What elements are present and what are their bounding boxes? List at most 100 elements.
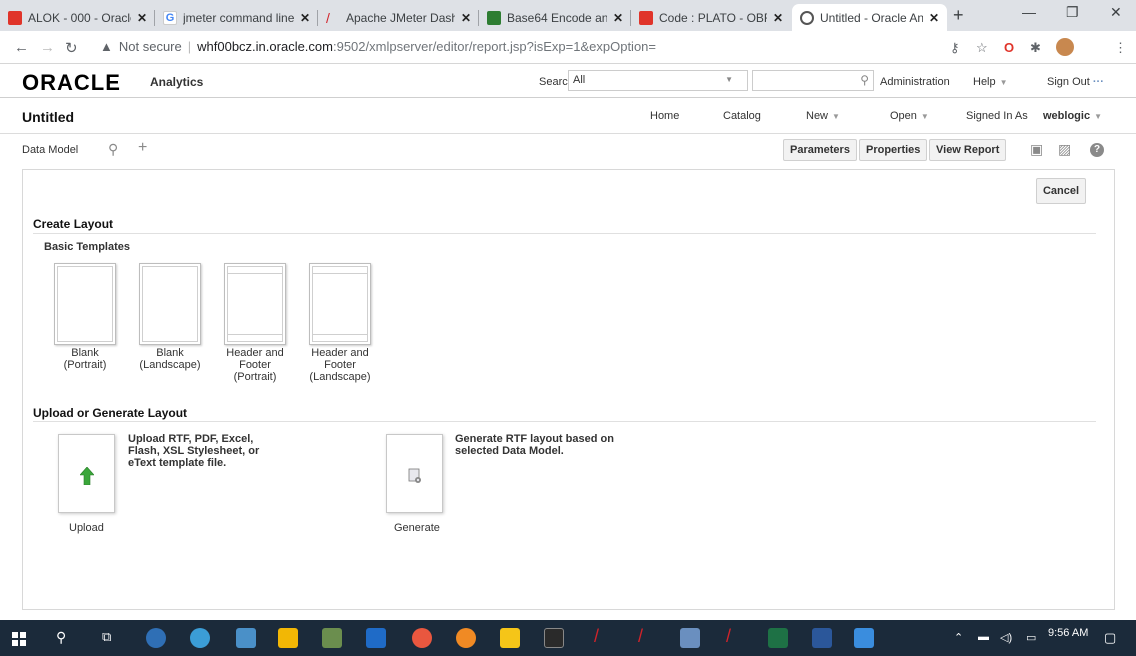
create-layout-panel — [22, 169, 1115, 610]
template-blank-landscape[interactable] — [139, 263, 201, 345]
back-icon[interactable]: ← — [14, 39, 29, 56]
browser-tab-active[interactable]: Untitled - Oracle Ana ✕ — [792, 4, 947, 31]
extensions-puzzle-icon[interactable]: ✱ — [1030, 40, 1041, 56]
open-label: Open — [890, 110, 917, 122]
more-options-icon[interactable]: ··· — [1093, 76, 1104, 88]
section-divider — [33, 421, 1096, 422]
template-blank-portrait[interactable] — [54, 263, 116, 345]
generate-button[interactable] — [386, 434, 443, 513]
browser-tab-3[interactable]: / Apache JMeter Dash ✕ — [318, 4, 479, 31]
browser-menu-icon[interactable]: ⋮ — [1114, 40, 1127, 56]
chrome-icon[interactable] — [412, 628, 432, 648]
minimize-icon[interactable]: — — [1022, 4, 1036, 20]
search-icon[interactable]: ⚲ — [860, 73, 869, 87]
browser-tab-4[interactable]: Base64 Encode and ✕ — [479, 4, 631, 31]
new-menu[interactable]: New ▼ — [806, 110, 840, 122]
restore-icon[interactable]: ❐ — [1066, 4, 1079, 21]
administration-link[interactable]: Administration — [880, 76, 950, 88]
search-input[interactable]: ⚲ — [752, 70, 874, 91]
close-tab-icon[interactable]: ✕ — [461, 11, 471, 25]
search-icon[interactable]: ⚲ — [56, 629, 66, 646]
chevron-down-icon: ▼ — [832, 112, 840, 121]
network-icon[interactable]: ▬ — [978, 631, 989, 643]
outlook-icon[interactable] — [366, 628, 386, 648]
browser-tab-1[interactable]: ALOK - 000 - Oracle ✕ — [0, 4, 155, 31]
profile-avatar-icon[interactable] — [1056, 38, 1074, 56]
warning-icon: ▲ — [100, 39, 113, 54]
close-tab-icon[interactable]: ✕ — [773, 11, 783, 25]
view-report-button[interactable]: View Report — [929, 139, 1007, 161]
page-thumbnail — [57, 266, 113, 342]
open-menu[interactable]: Open ▼ — [890, 110, 929, 122]
sign-out-label: Sign Out — [1047, 76, 1090, 88]
generate-description: Generate RTF layout based on selected Da… — [455, 433, 614, 457]
notifications-icon[interactable]: ▢ — [1104, 630, 1116, 646]
jmeter-icon[interactable]: / — [726, 626, 731, 647]
bookmark-star-icon[interactable]: ☆ — [976, 40, 988, 56]
app-icon[interactable] — [456, 628, 476, 648]
close-window-icon[interactable]: ✕ — [1110, 4, 1122, 21]
sticky-notes-icon[interactable] — [500, 628, 520, 648]
chevron-up-icon[interactable]: ⌃ — [954, 631, 963, 644]
oracle-logo[interactable]: ORACLE — [22, 70, 121, 96]
close-tab-icon[interactable]: ✕ — [300, 11, 310, 25]
app-icon[interactable] — [322, 628, 342, 648]
word-icon[interactable] — [812, 628, 832, 648]
search-scope-select[interactable]: All ▼ — [568, 70, 748, 91]
windows-taskbar: ⚲ ⧉ / / / ⌃ ▬ ◁) ▭ 9:56 AM ▢ — [0, 620, 1136, 656]
forward-icon[interactable]: → — [40, 39, 55, 56]
save-icon[interactable]: ▣ — [1030, 141, 1043, 158]
section-divider — [33, 233, 1096, 234]
help-icon[interactable]: ? — [1090, 143, 1104, 157]
browser-tab-5[interactable]: Code : PLATO - OBRI ✕ — [631, 4, 791, 31]
edge-icon[interactable] — [146, 628, 166, 648]
security-status: Not secure — [118, 39, 182, 54]
chevron-down-icon: ▼ — [999, 78, 1008, 87]
browser-tab-2[interactable]: G jmeter command line ✕ — [155, 4, 318, 31]
jmeter-icon[interactable]: / — [638, 626, 643, 647]
template-label: Blank (Landscape) — [139, 347, 201, 371]
app-icon[interactable] — [680, 628, 700, 648]
message-icon[interactable]: ▭ — [1026, 631, 1036, 644]
app-icon[interactable] — [236, 628, 256, 648]
tab-title: Untitled - Oracle Ana — [820, 10, 923, 25]
close-tab-icon[interactable]: ✕ — [929, 11, 939, 25]
search-scope-value: All — [573, 74, 586, 86]
upload-description: Upload RTF, PDF, Excel, Flash, XSL Style… — [128, 433, 260, 469]
signed-in-as-label: Signed In As — [966, 110, 1028, 122]
data-model-label[interactable]: Data Model — [22, 144, 78, 156]
chevron-down-icon: ▼ — [1094, 112, 1102, 121]
app-icon[interactable] — [190, 628, 210, 648]
windows-start-icon[interactable] — [12, 632, 26, 646]
catalog-link[interactable]: Catalog — [723, 110, 761, 122]
close-tab-icon[interactable]: ✕ — [137, 11, 147, 25]
template-header-footer-portrait[interactable] — [224, 263, 286, 345]
clock-time[interactable]: 9:56 AM — [1048, 627, 1088, 639]
terminal-icon[interactable] — [544, 628, 564, 648]
home-link[interactable]: Home — [650, 110, 679, 122]
close-tab-icon[interactable]: ✕ — [613, 11, 623, 25]
parameters-button[interactable]: Parameters — [783, 139, 857, 161]
save-as-icon[interactable]: ▨ — [1058, 141, 1071, 158]
sign-out-link[interactable]: Sign Out ··· — [1047, 76, 1104, 88]
file-explorer-icon[interactable] — [278, 628, 298, 648]
url-field[interactable]: ▲ Not secure | whf00bcz.in.oracle.com:9502/… — [100, 39, 656, 54]
key-icon[interactable]: ⚷ — [950, 40, 960, 56]
reload-icon[interactable]: ↻ — [65, 39, 78, 57]
cancel-button[interactable]: Cancel — [1036, 178, 1086, 204]
task-view-icon[interactable]: ⧉ — [102, 629, 111, 645]
search-icon[interactable]: ⚲ — [108, 141, 118, 158]
add-icon[interactable]: + — [138, 139, 147, 157]
jmeter-icon[interactable]: / — [594, 626, 599, 647]
upload-button[interactable] — [58, 434, 115, 513]
template-header-footer-landscape[interactable] — [309, 263, 371, 345]
user-menu[interactable]: weblogic ▼ — [1043, 110, 1102, 122]
volume-icon[interactable]: ◁) — [1000, 631, 1012, 644]
properties-button[interactable]: Properties — [859, 139, 928, 161]
opera-extension-icon[interactable]: O — [1004, 40, 1014, 55]
new-tab-button[interactable]: + — [953, 5, 964, 26]
oracle-favicon-icon — [8, 10, 22, 25]
app-icon[interactable] — [854, 628, 874, 648]
excel-icon[interactable] — [768, 628, 788, 648]
help-menu[interactable]: Help ▼ — [973, 76, 1008, 88]
